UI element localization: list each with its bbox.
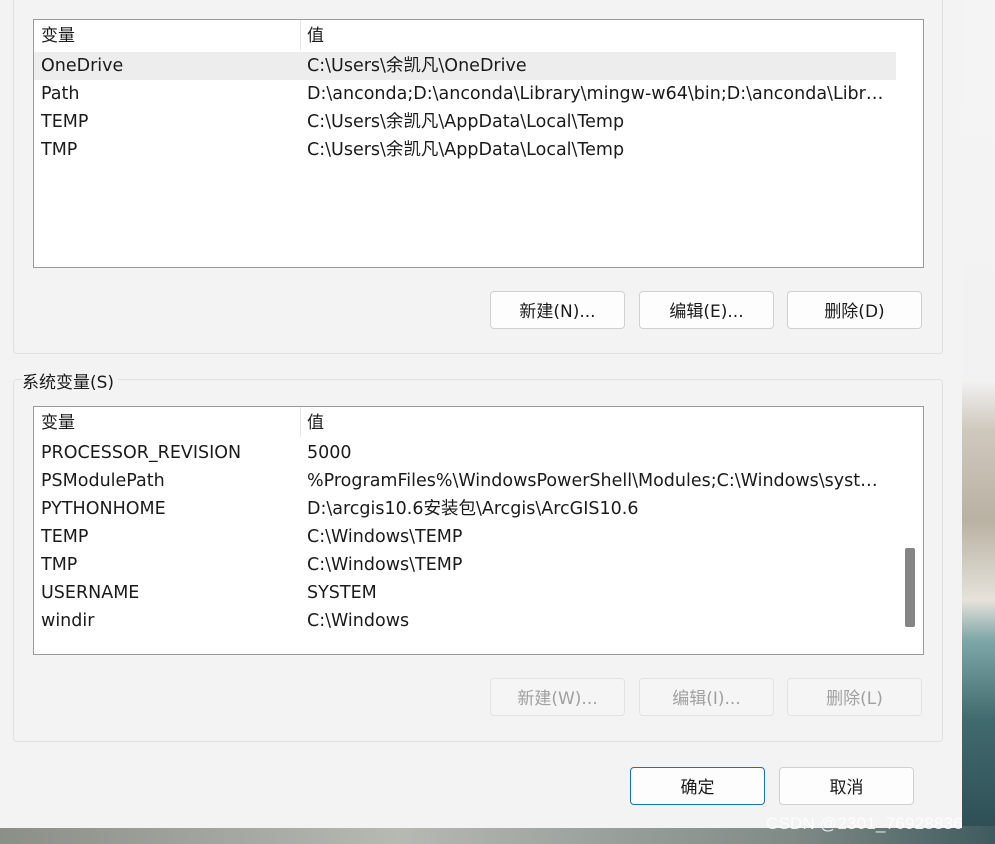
table-row[interactable]: PROCESSOR_REVISION 5000	[34, 439, 896, 467]
system-variables-legend: 系统变量(S)	[22, 368, 119, 393]
variable-name: TMP	[41, 140, 78, 160]
variable-name: windir	[41, 611, 95, 631]
variable-value: C:\Windows\TEMP	[307, 527, 463, 547]
user-delete-button[interactable]: 删除(D)	[787, 291, 922, 329]
table-row[interactable]: Path D:\anconda;D:\anconda\Library\mingw…	[34, 80, 896, 108]
variable-name: PYTHONHOME	[41, 499, 166, 519]
variable-value: D:\anconda;D:\anconda\Library\mingw-w64\…	[307, 84, 887, 104]
variable-value: C:\Windows	[307, 611, 410, 631]
table-row[interactable]: TMP C:\Windows\TEMP	[34, 551, 896, 579]
table-row[interactable]: TEMP C:\Users\余凯凡\AppData\Local\Temp	[34, 108, 896, 136]
system-new-button[interactable]: 新建(W)...	[490, 678, 625, 716]
system-delete-button[interactable]: 删除(L)	[787, 678, 922, 716]
user-edit-button[interactable]: 编辑(E)...	[639, 291, 774, 329]
variable-name: PROCESSOR_REVISION	[41, 443, 242, 463]
variable-value: D:\arcgis10.6安装包\Arcgis\ArcGIS10.6	[307, 499, 639, 519]
cancel-button[interactable]: 取消	[779, 767, 914, 805]
system-variables-list[interactable]: 变量 值 PROCESSOR_REVISION 5000 PSModulePat…	[33, 406, 924, 655]
table-row[interactable]: OneDrive C:\Users\余凯凡\OneDrive	[34, 52, 896, 80]
variable-value: SYSTEM	[307, 583, 377, 603]
list-header: 变量 值	[34, 407, 923, 437]
variable-name: TEMP	[41, 527, 89, 547]
system-edit-button[interactable]: 编辑(I)...	[639, 678, 774, 716]
variable-value: C:\Users\余凯凡\AppData\Local\Temp	[307, 140, 625, 160]
user-variables-list[interactable]: 变量 值 OneDrive C:\Users\余凯凡\OneDrive Path…	[33, 19, 924, 268]
ok-button[interactable]: 确定	[630, 767, 765, 805]
variable-value: %ProgramFiles%\WindowsPowerShell\Modules…	[307, 471, 887, 491]
table-row[interactable]: USERNAME SYSTEM	[34, 579, 896, 607]
table-row[interactable]: windir C:\Windows	[34, 607, 896, 635]
table-row[interactable]: PSModulePath %ProgramFiles%\WindowsPower…	[34, 467, 896, 495]
environment-variables-dialog: 变量 值 OneDrive C:\Users\余凯凡\OneDrive Path…	[0, 0, 962, 828]
variable-name: PSModulePath	[41, 471, 165, 491]
column-header-variable[interactable]: 变量	[34, 407, 300, 437]
table-row[interactable]: PYTHONHOME D:\arcgis10.6安装包\Arcgis\ArcGI…	[34, 495, 896, 523]
variable-name: Path	[41, 84, 80, 104]
scrollbar-thumb[interactable]	[905, 548, 915, 627]
list-scrollbar[interactable]	[897, 20, 923, 267]
table-row[interactable]: TEMP C:\Windows\TEMP	[34, 523, 896, 551]
variable-name: TMP	[41, 555, 78, 575]
list-scrollbar[interactable]	[897, 407, 923, 654]
variable-name: OneDrive	[41, 56, 124, 76]
desktop-background	[962, 0, 995, 844]
variable-value: C:\Users\余凯凡\AppData\Local\Temp	[307, 112, 625, 132]
variable-name: TEMP	[41, 112, 89, 132]
variable-value: C:\Windows\TEMP	[307, 555, 463, 575]
column-header-variable[interactable]: 变量	[34, 20, 300, 50]
column-header-value[interactable]: 值	[300, 20, 897, 50]
csdn-watermark: CSDN @2301_76928836	[766, 814, 963, 833]
user-new-button[interactable]: 新建(N)...	[490, 291, 625, 329]
variable-value: 5000	[307, 443, 352, 463]
column-header-value[interactable]: 值	[300, 407, 897, 437]
list-header: 变量 值	[34, 20, 923, 50]
variable-value: C:\Users\余凯凡\OneDrive	[307, 56, 527, 76]
variable-name: USERNAME	[41, 583, 140, 603]
table-row[interactable]: TMP C:\Users\余凯凡\AppData\Local\Temp	[34, 136, 896, 164]
